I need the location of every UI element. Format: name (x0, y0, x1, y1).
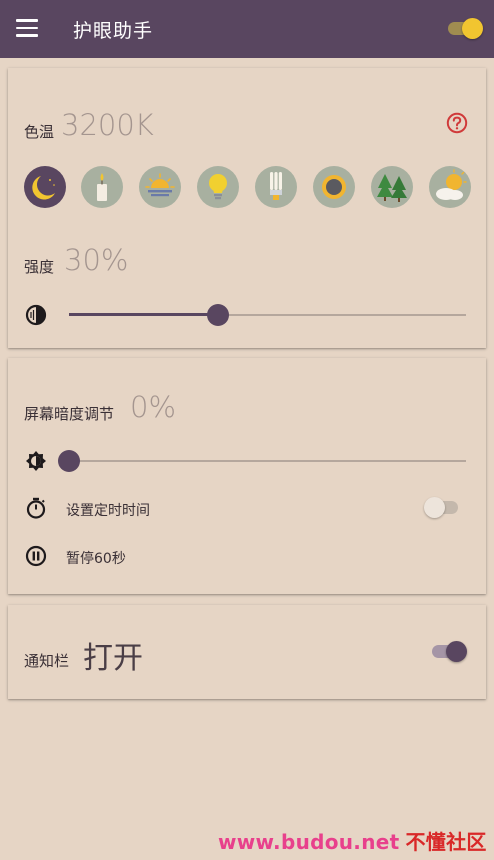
stopwatch-icon (26, 497, 46, 519)
fluorescent-bulb-icon (270, 172, 282, 200)
pause-circle-icon[interactable] (24, 544, 48, 568)
intensity-slider-knob[interactable] (207, 304, 229, 326)
notification-value: 打开 (83, 641, 143, 676)
timer-label: 设置定时时间 (66, 503, 150, 519)
notification-card: 通知栏 打开 (8, 605, 486, 699)
pause-label[interactable]: 暂停60秒 (66, 548, 126, 568)
color-temp-label: 色温 (24, 123, 55, 141)
intensity-slider[interactable] (69, 304, 466, 326)
master-toggle-thumb (462, 18, 483, 39)
preset-candle[interactable] (81, 166, 123, 208)
notification-toggle-thumb (446, 641, 467, 662)
hamburger-menu-icon[interactable] (16, 19, 38, 37)
watermark: www.budou.net 不懂社区 (218, 826, 487, 855)
dim-slider[interactable] (58, 450, 466, 472)
candle-icon (97, 173, 107, 201)
watermark-url: www.budou.net (218, 830, 400, 854)
preset-bulb[interactable] (197, 166, 239, 208)
contrast-icon (25, 304, 47, 326)
watermark-site: 不懂社区 (405, 830, 487, 854)
notification-label: 通知栏 (24, 652, 70, 670)
intensity-slider-fill (69, 313, 218, 316)
dim-slider-knob[interactable] (58, 450, 80, 472)
notification-toggle[interactable] (430, 640, 468, 662)
moon-icon (32, 176, 55, 200)
timer-toggle[interactable] (424, 496, 462, 518)
master-toggle[interactable] (446, 17, 484, 39)
dimming-card: 屏幕暗度调节 0% 设置定时时间 暂停60秒 (8, 358, 486, 594)
forest-icon (377, 174, 407, 202)
dim-slider-rail (69, 460, 466, 462)
preset-eclipse[interactable] (313, 166, 355, 208)
help-circle-icon[interactable] (446, 112, 468, 134)
app-title: 护眼助手 (73, 20, 154, 42)
intensity-value: 30% (64, 243, 129, 277)
sun-eclipse-icon (322, 175, 346, 199)
preset-sunset[interactable] (139, 166, 181, 208)
sun-cloud-icon (436, 169, 467, 200)
dim-label: 屏幕暗度调节 (24, 405, 115, 423)
timer-toggle-thumb (424, 497, 445, 518)
app-bar: 护眼助手 (0, 0, 494, 58)
light-bulb-icon (209, 174, 227, 200)
brightness-icon (26, 451, 46, 471)
preset-fluorescent[interactable] (255, 166, 297, 208)
preset-sun-cloud[interactable] (429, 166, 471, 208)
preset-moon[interactable] (24, 166, 66, 208)
dim-value: 0% (130, 390, 177, 424)
color-settings-card: 色温 3200K 强度 30% (8, 68, 486, 348)
preset-forest[interactable] (371, 166, 413, 208)
color-temp-value: 3200K (61, 108, 154, 142)
sunset-icon (145, 173, 175, 197)
intensity-label: 强度 (24, 258, 55, 276)
